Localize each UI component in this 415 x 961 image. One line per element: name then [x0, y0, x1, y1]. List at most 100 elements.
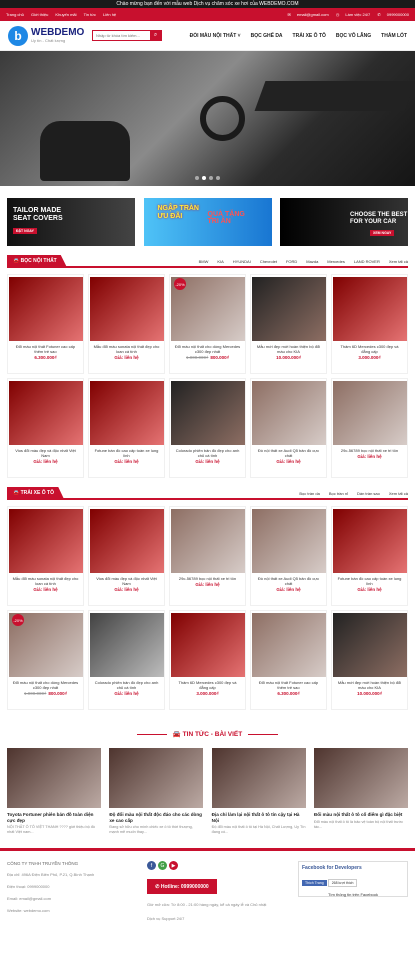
slider-dot[interactable] — [216, 176, 220, 180]
top-link-home[interactable]: Trang chủ — [6, 12, 24, 17]
product-image[interactable] — [332, 613, 407, 677]
product-image[interactable] — [89, 509, 164, 573]
news-item[interactable]: Độ đổi màu nội thất độc đáo cho các dòng… — [109, 748, 204, 835]
product-card[interactable]: Mẫu mới đẹp mới hoàn thiện bộ đổi màu ch… — [250, 274, 327, 374]
product-card[interactable]: Đồ nội thất xe Audi Q5 bản đồ cực chất Gi… — [250, 506, 327, 606]
product-name[interactable]: Colorado phiên bản đồ đẹp cho anh chủ cá… — [89, 677, 164, 691]
fb-like-button[interactable]: Thích Trang — [302, 880, 327, 887]
banner-promotion[interactable]: NGẬP TRÀN ƯU ĐÃI QUÀ TẶNG TRI ÂN — [143, 198, 272, 246]
product-card[interactable]: -20% Đổi màu nội thất cho dòng Mercedes c… — [169, 274, 246, 374]
nav-item-interior[interactable]: ĐỔI MÀU NỘI THẤT ˅ — [190, 33, 241, 39]
tab-view-all[interactable]: Xem tất cả — [389, 259, 408, 264]
product-name[interactable]: Mẫu đổi màu sonata nội thất đẹp cho loan… — [8, 573, 83, 587]
product-card[interactable]: Mẫu mới đẹp mới hoàn thiện bộ đổi màu ch… — [331, 610, 408, 710]
banner1-button[interactable]: ĐẶT NGAY — [13, 228, 37, 234]
news-image[interactable] — [211, 748, 306, 808]
news-image[interactable] — [313, 748, 408, 808]
tab-mazda[interactable]: Mazda — [306, 259, 318, 264]
hotline-button[interactable]: ✆ Hotline: 0999000000 — [147, 879, 217, 895]
product-name[interactable]: Đổi màu nội thất Fotuner cao cấp thêm tr… — [251, 677, 326, 691]
product-card[interactable]: Đổi màu nội thất Fotuner cao cấp thêm tr… — [7, 274, 84, 374]
product-card[interactable]: Thảm 6D Mercedes c300 đẹp và đẳng cấp 3.0… — [331, 274, 408, 374]
product-card[interactable]: -20% Đổi màu nội thất cho dòng Mercedes c… — [7, 610, 84, 710]
product-card[interactable]: Mẫu đổi màu sonata nội thất đẹp cho loan… — [88, 274, 165, 374]
tab-kia[interactable]: KIA — [217, 259, 223, 264]
product-card[interactable]: Colorado phiên bản đồ đẹp cho anh chủ cá… — [169, 378, 246, 478]
tab-ford[interactable]: FORD — [286, 259, 297, 264]
banner-choose-best[interactable]: CHOOSE THE BEST FOR YOUR CAR XEM NGAY — [280, 198, 408, 246]
product-name[interactable]: Mẫu đổi màu sonata nội thất đẹp cho loan… — [89, 341, 164, 355]
product-name[interactable]: Thảm 6D Mercedes c300 đẹp và đẳng cấp — [332, 341, 407, 355]
product-image[interactable] — [8, 381, 83, 445]
top-email[interactable]: email@gmail.com — [297, 12, 329, 17]
nav-item-floor-mat[interactable]: THẢM LÓT — [381, 33, 407, 39]
product-image[interactable] — [8, 277, 83, 341]
product-image[interactable] — [332, 509, 407, 573]
product-image[interactable] — [332, 277, 407, 341]
news-title[interactable]: Địa chỉ làm lại nội thất ô tô tín cậy tạ… — [212, 812, 306, 823]
top-link-promo[interactable]: Khuyến mãi — [55, 12, 76, 17]
tab-hyundai[interactable]: HYUNDAI — [233, 259, 251, 264]
news-item[interactable]: Toyota Fortuner phiên bản đồ toàn diện c… — [7, 748, 101, 835]
top-link-about[interactable]: Giới thiệu — [31, 12, 48, 17]
nav-item-leather-seat[interactable]: BỌC GHẾ DA — [251, 33, 283, 39]
hero-slider[interactable] — [0, 51, 415, 186]
slider-dot[interactable] — [195, 176, 199, 180]
news-title[interactable]: Độ đổi màu nội thất độc đáo cho các dòng… — [109, 812, 203, 823]
product-image[interactable] — [251, 613, 326, 677]
facebook-icon[interactable]: f — [147, 861, 156, 871]
top-link-contact[interactable]: Liên hệ — [103, 12, 116, 17]
product-image[interactable] — [251, 277, 326, 341]
tab-chevrolet[interactable]: Chevrolet — [260, 259, 277, 264]
tab-mercedes[interactable]: Mercedes — [327, 259, 345, 264]
fb-find-link[interactable]: Tìm thông tin trên Facebook — [302, 892, 404, 897]
product-name[interactable]: Mẫu mới đẹp mới hoàn thiện bộ đổi màu ch… — [332, 677, 407, 691]
product-card[interactable]: Mẫu đổi màu sonata nội thất đẹp cho loan… — [7, 506, 84, 606]
tab-bmw[interactable]: BMW — [199, 259, 209, 264]
product-image[interactable] — [170, 381, 245, 445]
product-name[interactable]: Đồ nội thất xe Audi Q5 bản đồ cực chất — [251, 573, 326, 587]
logo[interactable]: b WEBDEMO Uy tín - Chất lượng — [8, 25, 88, 46]
product-name[interactable]: Đổi màu nội thất cho dòng Mercedes c300 … — [170, 341, 245, 355]
product-card[interactable]: 29c-56789 bọc nội thất xe tri tôn Giá: li… — [331, 378, 408, 478]
product-name[interactable]: Fotune bán đồ cao cấp toàn xe lung linh — [89, 445, 164, 459]
product-image[interactable] — [332, 381, 407, 445]
tab-star-ceiling[interactable]: Dán trần sao — [357, 491, 380, 496]
news-item[interactable]: Đổi màu nội thất ô tô cố điểm gì đặc biệ… — [313, 748, 408, 835]
product-card[interactable]: Đổi màu nội thất Fotuner cao cấp thêm tr… — [250, 610, 327, 710]
product-image[interactable] — [170, 613, 245, 677]
news-title[interactable]: Toyota Fortuner phiên bản đồ toàn diện c… — [7, 812, 101, 823]
news-image[interactable] — [109, 748, 204, 808]
news-image[interactable] — [7, 748, 101, 808]
top-link-news[interactable]: Tin tức — [84, 12, 96, 17]
product-card[interactable]: Colorado phiên bản đồ đẹp cho anh chủ cá… — [88, 610, 165, 710]
product-name[interactable]: Đổi màu nội thất Fotuner cao cấp thêm tr… — [8, 341, 83, 355]
top-phone[interactable]: 0999000000 — [387, 12, 409, 17]
search-input[interactable] — [93, 31, 150, 40]
nav-item-car-ceiling[interactable]: TRẢI XE Ô TÔ — [293, 33, 326, 39]
news-item[interactable]: Địa chỉ làm lại nội thất ô tô tín cậy tạ… — [211, 748, 306, 835]
product-name[interactable]: Vios đổi màu đẹp và độc nhất Việt Nam — [8, 445, 83, 459]
product-image[interactable] — [170, 509, 245, 573]
product-name[interactable]: 29c-56789 bọc nội thất xe tri tôn — [337, 445, 402, 454]
product-name[interactable]: Colorado phiên bản đồ đẹp cho anh chủ cá… — [170, 445, 245, 459]
product-image[interactable] — [89, 613, 164, 677]
product-image[interactable] — [89, 381, 164, 445]
footer-email[interactable]: Email: email@gmail.com — [7, 896, 147, 901]
product-card[interactable]: Fotune bán đồ cao cấp toàn xe lung linh G… — [88, 378, 165, 478]
banner-seat-covers[interactable]: TAILOR MADE SEAT COVERS ĐẶT NGAY — [7, 198, 135, 246]
news-title[interactable]: Đổi màu nội thất ô tô cố điểm gì đặc biệ… — [314, 812, 408, 818]
product-card[interactable]: Vios đổi màu đẹp và độc nhất Việt Nam Giá… — [7, 378, 84, 478]
product-name[interactable]: Thảm 6D Mercedes c300 đẹp và đẳng cấp — [170, 677, 245, 691]
tab-land-rover[interactable]: LAND ROVER — [354, 259, 380, 264]
product-name[interactable]: 29c-56789 bọc nội thất xe tri tôn — [175, 573, 240, 582]
nav-item-steering-wheel[interactable]: BỌC VÔ LĂNG — [336, 33, 371, 39]
product-image[interactable] — [89, 277, 164, 341]
product-name[interactable]: Fotune bán đồ cao cấp toàn xe lung linh — [332, 573, 407, 587]
product-card[interactable]: Thảm 6D Mercedes c300 đẹp và đẳng cấp 3.0… — [169, 610, 246, 710]
product-card[interactable]: Vios đổi màu đẹp và độc nhất Việt Nam Giá… — [88, 506, 165, 606]
slider-dot-active[interactable] — [202, 176, 206, 180]
banner3-button[interactable]: XEM NGAY — [370, 230, 395, 236]
product-image[interactable] — [8, 509, 83, 573]
product-name[interactable]: Mẫu mới đẹp mới hoàn thiện bộ đổi màu ch… — [251, 341, 326, 355]
